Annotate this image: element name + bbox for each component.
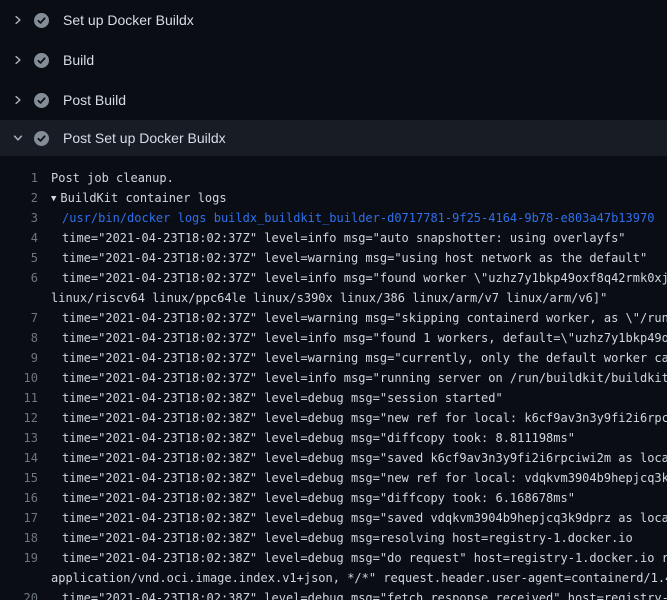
check-circle-icon: [34, 93, 49, 108]
log-line-number[interactable]: 18: [0, 528, 38, 548]
log-line-number[interactable]: 15: [0, 468, 38, 488]
chevron-down-icon: [12, 132, 24, 144]
log-line-text: Post job cleanup.: [38, 168, 174, 188]
log-line-text: time="2021-04-23T18:02:37Z" level=warnin…: [38, 308, 667, 328]
log-line-text: time="2021-04-23T18:02:38Z" level=debug …: [38, 588, 667, 600]
log-line-number[interactable]: 20: [0, 588, 38, 600]
log-line: 18 time="2021-04-23T18:02:38Z" level=deb…: [0, 528, 667, 548]
log-line-text: time="2021-04-23T18:02:37Z" level=info m…: [38, 328, 667, 348]
log-line-text: time="2021-04-23T18:02:38Z" level=debug …: [38, 428, 575, 448]
group-collapse-caret-icon[interactable]: ▼: [51, 189, 56, 208]
log-line-text: time="2021-04-23T18:02:38Z" level=debug …: [38, 468, 667, 488]
log-line-number[interactable]: [0, 288, 38, 308]
log-line-number[interactable]: 9: [0, 348, 38, 368]
log-line-number[interactable]: 6: [0, 268, 38, 288]
log-line-text: time="2021-04-23T18:02:37Z" level=info m…: [38, 268, 667, 288]
log-line-number[interactable]: 17: [0, 508, 38, 528]
log-line-number[interactable]: 10: [0, 368, 38, 388]
log-line: 19 time="2021-04-23T18:02:38Z" level=deb…: [0, 548, 667, 568]
log-line-number[interactable]: 19: [0, 548, 38, 568]
log-line: 4 time="2021-04-23T18:02:37Z" level=info…: [0, 228, 667, 248]
log-line-number[interactable]: 3: [0, 208, 38, 228]
step-label: Post Build: [63, 93, 126, 107]
log-line: 20 time="2021-04-23T18:02:38Z" level=deb…: [0, 588, 667, 600]
log-line-number[interactable]: 14: [0, 448, 38, 468]
log-line: 1 Post job cleanup.: [0, 168, 667, 188]
log-line-number[interactable]: 13: [0, 428, 38, 448]
log-line-text: time="2021-04-23T18:02:38Z" level=debug …: [38, 388, 503, 408]
log-line-number[interactable]: 12: [0, 408, 38, 428]
check-circle-icon: [34, 53, 49, 68]
chevron-right-icon: [12, 14, 24, 26]
check-circle-icon: [34, 13, 49, 28]
workflow-job-log-panel: Set up Docker Buildx Build P: [0, 0, 667, 600]
log-line: linux/riscv64 linux/ppc64le linux/s390x …: [0, 288, 667, 308]
log-line: 10 time="2021-04-23T18:02:37Z" level=inf…: [0, 368, 667, 388]
log-line: 11 time="2021-04-23T18:02:38Z" level=deb…: [0, 388, 667, 408]
log-line: 17 time="2021-04-23T18:02:38Z" level=deb…: [0, 508, 667, 528]
log-line-number[interactable]: 1: [0, 168, 38, 188]
log-line-text: linux/riscv64 linux/ppc64le linux/s390x …: [38, 288, 607, 308]
log-line-text: time="2021-04-23T18:02:37Z" level=warnin…: [38, 248, 647, 268]
log-line: 12 time="2021-04-23T18:02:38Z" level=deb…: [0, 408, 667, 428]
log-line-text: time="2021-04-23T18:02:38Z" level=debug …: [38, 548, 667, 568]
log-line-text: time="2021-04-23T18:02:38Z" level=debug …: [38, 508, 667, 528]
log-line-number[interactable]: 16: [0, 488, 38, 508]
log-line-number[interactable]: 4: [0, 228, 38, 248]
chevron-right-icon: [12, 94, 24, 106]
log-line: 6 time="2021-04-23T18:02:37Z" level=info…: [0, 268, 667, 288]
log-line: 2 ▼BuildKit container logs: [0, 188, 667, 208]
log-line-text: time="2021-04-23T18:02:38Z" level=debug …: [38, 488, 575, 508]
step-label: Build: [63, 53, 94, 67]
log-line-text: time="2021-04-23T18:02:38Z" level=debug …: [38, 528, 633, 548]
log-line: application/vnd.oci.image.index.v1+json,…: [0, 568, 667, 588]
log-line-text: ▼BuildKit container logs: [38, 188, 227, 208]
log-line: 15 time="2021-04-23T18:02:38Z" level=deb…: [0, 468, 667, 488]
log-line-text: time="2021-04-23T18:02:38Z" level=debug …: [38, 448, 667, 468]
log-line-text: time="2021-04-23T18:02:37Z" level=info m…: [38, 368, 667, 388]
log-line-text: time="2021-04-23T18:02:37Z" level=info m…: [38, 228, 626, 248]
log-line: 13 time="2021-04-23T18:02:38Z" level=deb…: [0, 428, 667, 448]
log-line-number[interactable]: [0, 568, 38, 588]
log-line-text: application/vnd.oci.image.index.v1+json,…: [38, 568, 667, 588]
log-line-number[interactable]: 8: [0, 328, 38, 348]
check-circle-icon: [34, 131, 49, 146]
log-line-text: time="2021-04-23T18:02:37Z" level=warnin…: [38, 348, 667, 368]
log-line: 16 time="2021-04-23T18:02:38Z" level=deb…: [0, 488, 667, 508]
log-line: 9 time="2021-04-23T18:02:37Z" level=warn…: [0, 348, 667, 368]
log-line-number[interactable]: 11: [0, 388, 38, 408]
log-line-text: /usr/bin/docker logs buildx_buildkit_bui…: [38, 208, 654, 228]
log-line-number[interactable]: 7: [0, 308, 38, 328]
log-line: 7 time="2021-04-23T18:02:37Z" level=warn…: [0, 308, 667, 328]
log-line-text: time="2021-04-23T18:02:38Z" level=debug …: [38, 408, 667, 428]
step-row[interactable]: Post Build: [0, 80, 667, 120]
step-label: Set up Docker Buildx: [63, 13, 194, 27]
step-label: Post Set up Docker Buildx: [63, 131, 226, 145]
log-line: 8 time="2021-04-23T18:02:37Z" level=info…: [0, 328, 667, 348]
step-list: Set up Docker Buildx Build P: [0, 0, 667, 156]
chevron-right-icon: [12, 54, 24, 66]
step-row[interactable]: Post Set up Docker Buildx: [0, 120, 667, 156]
log-line: 3 /usr/bin/docker logs buildx_buildkit_b…: [0, 208, 667, 228]
step-row[interactable]: Build: [0, 40, 667, 80]
log-line: 5 time="2021-04-23T18:02:37Z" level=warn…: [0, 248, 667, 268]
log-output[interactable]: 1 Post job cleanup. 2 ▼BuildKit containe…: [0, 156, 667, 600]
log-line-number[interactable]: 5: [0, 248, 38, 268]
step-row[interactable]: Set up Docker Buildx: [0, 0, 667, 40]
log-line-number[interactable]: 2: [0, 188, 38, 208]
log-line: 14 time="2021-04-23T18:02:38Z" level=deb…: [0, 448, 667, 468]
